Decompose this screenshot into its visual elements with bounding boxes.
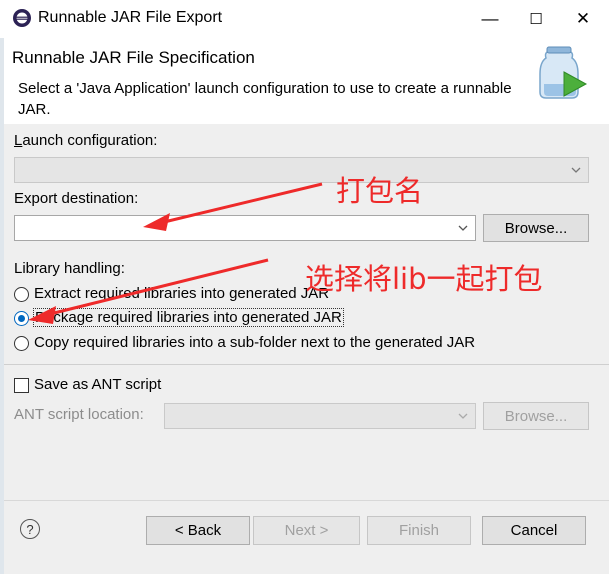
page-title: Runnable JAR File Specification bbox=[12, 48, 255, 67]
export-destination-label: Export destination: bbox=[14, 190, 139, 207]
help-icon[interactable]: ? bbox=[20, 519, 40, 539]
cancel-button[interactable]: Cancel bbox=[482, 516, 586, 545]
eclipse-app-icon bbox=[13, 9, 31, 27]
ant-location-combo[interactable] bbox=[164, 403, 476, 429]
chevron-down-icon bbox=[571, 167, 581, 173]
maximize-button[interactable]: ☐ bbox=[513, 0, 559, 38]
radio-extract-label[interactable]: Extract required libraries into generate… bbox=[34, 285, 329, 302]
ant-location-label: ANT script location: bbox=[14, 406, 144, 423]
minimize-button[interactable]: — bbox=[467, 0, 513, 38]
jar-wizard-icon bbox=[539, 46, 588, 99]
ant-browse-button[interactable]: Browse... bbox=[483, 402, 589, 430]
export-browse-button[interactable]: Browse... bbox=[483, 214, 589, 242]
launch-config-combo[interactable] bbox=[14, 157, 589, 183]
section-separator bbox=[4, 364, 609, 365]
back-button[interactable]: < Back bbox=[146, 516, 250, 545]
footer-separator bbox=[4, 500, 609, 501]
chevron-down-icon bbox=[458, 225, 468, 231]
next-button[interactable]: Next > bbox=[253, 516, 360, 545]
radio-package-label[interactable]: Package required libraries into generate… bbox=[33, 308, 344, 327]
radio-extract[interactable] bbox=[14, 287, 29, 302]
title-bar: Runnable JAR File Export — ☐ ✕ bbox=[0, 0, 609, 38]
radio-package[interactable] bbox=[14, 311, 29, 326]
page-description: Select a 'Java Application' launch confi… bbox=[18, 80, 512, 118]
close-button[interactable]: ✕ bbox=[560, 0, 606, 38]
annotation-lib-package: 选择将lib一起打包 bbox=[305, 262, 543, 296]
finish-button[interactable]: Finish bbox=[367, 516, 471, 545]
window-title: Runnable JAR File Export bbox=[38, 9, 223, 26]
save-ant-label[interactable]: Save as ANT script bbox=[34, 376, 161, 393]
library-handling-label: Library handling: bbox=[14, 260, 125, 277]
radio-copy-label[interactable]: Copy required libraries into a sub-folde… bbox=[34, 334, 475, 351]
chevron-down-icon bbox=[458, 413, 468, 419]
radio-copy[interactable] bbox=[14, 336, 29, 351]
launch-config-label-text: aunch configuration: bbox=[22, 132, 158, 149]
save-ant-checkbox[interactable] bbox=[14, 378, 29, 393]
annotation-package-name: 打包名 bbox=[336, 174, 424, 208]
launch-config-label: Launch configuration: bbox=[14, 132, 158, 149]
export-destination-combo[interactable] bbox=[14, 215, 476, 241]
